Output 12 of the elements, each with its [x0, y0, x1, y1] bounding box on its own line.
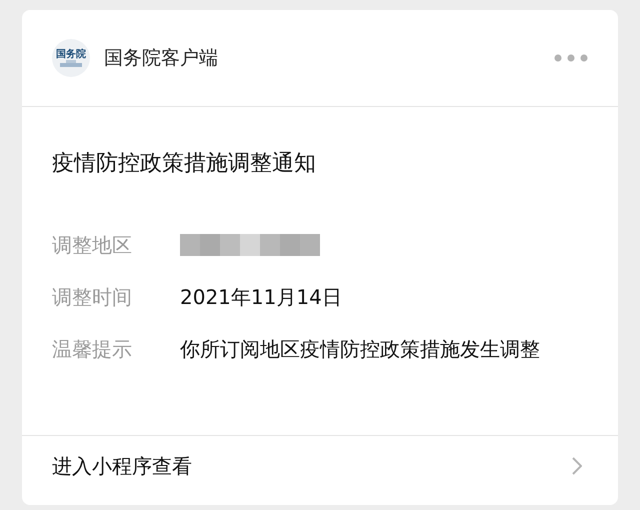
building-icon: [60, 60, 82, 66]
account-name: 国务院客户端: [104, 46, 218, 71]
field-label: 调整时间: [52, 284, 133, 311]
more-icon[interactable]: [554, 54, 588, 62]
open-mini-program-link[interactable]: 进入小程序查看: [22, 435, 618, 495]
notice-title: 疫情防控政策措施调整通知: [51, 150, 317, 178]
field-label: 调整地区: [52, 232, 133, 259]
chevron-right-icon: [572, 456, 582, 474]
field-label: 温馨提示: [52, 336, 133, 363]
logo-text: 国务院: [56, 50, 86, 60]
field-value: 你所订阅地区疫情防控政策措施发生调整: [180, 336, 541, 363]
field-value: 2021年11月14日: [180, 284, 343, 311]
